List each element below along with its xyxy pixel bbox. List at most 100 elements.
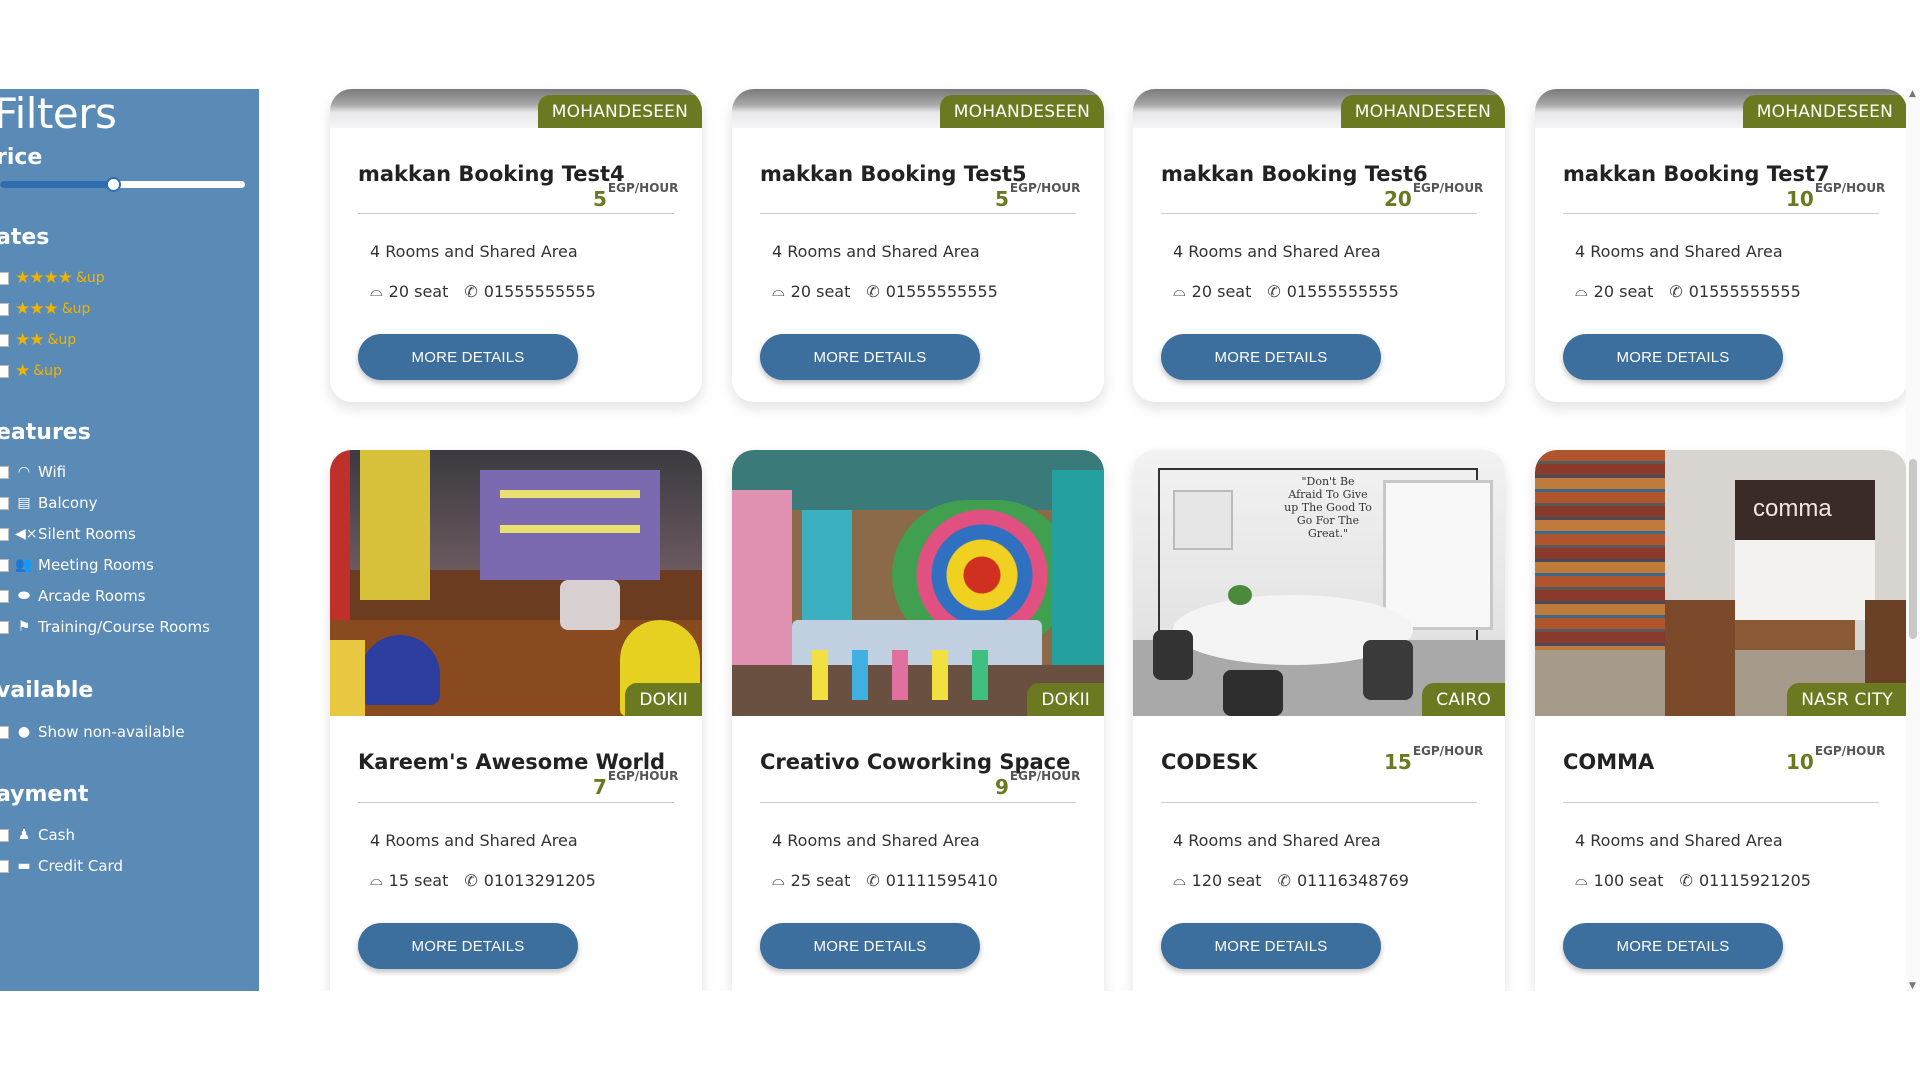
phone-number: 01555555555 [1286, 281, 1399, 301]
payment-credit-card[interactable]: ▬ Credit Card [0, 855, 123, 877]
rate-checkbox[interactable] [0, 364, 9, 378]
phone-icon: ✆ [464, 281, 478, 301]
rooms-info: 4 Rooms and Shared Area [370, 831, 578, 850]
feature-checkbox[interactable] [0, 558, 9, 572]
scroll-down-icon[interactable]: ▼ [1909, 981, 1916, 991]
phone-icon: ✆ [1669, 281, 1683, 301]
payment-checkbox[interactable] [0, 859, 9, 873]
contact-info: ⌓ 20 seat ✆ 01555555555 [1575, 281, 1801, 301]
space-card: comma NASR CITY COMMA 10EGP/HOUR 4 Rooms… [1535, 450, 1907, 991]
feature-checkbox[interactable] [0, 465, 9, 479]
gamepad-icon: ⬬ [18, 588, 30, 604]
rooms-info: 4 Rooms and Shared Area [1173, 242, 1381, 261]
location-tag: CAIRO [1422, 683, 1505, 716]
space-photo[interactable]: DOKII [732, 450, 1104, 716]
rooms-info: 4 Rooms and Shared Area [1575, 242, 1783, 261]
more-details-button[interactable]: MORE DETAILS [760, 923, 980, 969]
seat-icon: ⌓ [1575, 870, 1588, 889]
scroll-up-icon[interactable]: ▲ [1909, 89, 1916, 99]
space-photo[interactable]: comma NASR CITY [1535, 450, 1907, 716]
phone-number: 01555555555 [885, 281, 998, 301]
space-name: makkan Booking Test7 [1563, 162, 1830, 186]
rate-option-4[interactable]: ★★★★ &up [0, 267, 105, 289]
space-photo[interactable]: "Don't Be Afraid To Give up The Good To … [1133, 450, 1505, 716]
phone-number: 01116348769 [1296, 870, 1409, 890]
feature-training-rooms[interactable]: ⚑ Training/Course Rooms [0, 616, 210, 638]
phone-number: 01013291205 [483, 870, 596, 890]
rate-option-3[interactable]: ★★★ &up [0, 298, 90, 320]
price-slider-fill [0, 181, 113, 188]
feature-label: Balcony [38, 494, 98, 512]
price-slider[interactable] [0, 177, 245, 192]
rate-checkbox[interactable] [0, 271, 9, 285]
more-details-button[interactable]: MORE DETAILS [1161, 923, 1381, 969]
seat-icon: ⌓ [772, 281, 785, 300]
rate-option-1[interactable]: ★ &up [0, 360, 62, 382]
feature-meeting-rooms[interactable]: 👥 Meeting Rooms [0, 554, 154, 576]
rate-label: &up [33, 363, 62, 379]
mute-icon: ◀× [15, 526, 38, 542]
payment-heading: ayment [0, 782, 89, 807]
features-heading: eatures [0, 420, 91, 445]
more-details-button[interactable]: MORE DETAILS [358, 923, 578, 969]
rooms-info: 4 Rooms and Shared Area [1575, 831, 1783, 850]
more-details-button[interactable]: MORE DETAILS [1161, 334, 1381, 380]
contact-info: ⌓ 20 seat ✆ 01555555555 [370, 281, 596, 301]
seat-count: 120 seat [1191, 870, 1262, 890]
payment-label: Credit Card [38, 857, 123, 875]
location-tag: MOHANDESEEN [1340, 95, 1505, 128]
feature-checkbox[interactable] [0, 589, 9, 603]
show-non-available[interactable]: ● Show non-available [0, 721, 185, 743]
space-photo[interactable]: MOHANDESEEN [330, 89, 702, 128]
available-label: Show non-available [38, 723, 185, 741]
feature-label: Meeting Rooms [38, 556, 154, 574]
filters-sidebar: Filters rice ates ★★★★ &up ★★★ &up ★★ &up ★… [0, 89, 259, 991]
rate-checkbox[interactable] [0, 302, 9, 316]
space-photo[interactable]: MOHANDESEEN [732, 89, 1104, 128]
more-details-button[interactable]: MORE DETAILS [1563, 334, 1783, 380]
phone-icon: ✆ [464, 870, 478, 890]
card-divider [1161, 802, 1477, 803]
feature-balcony[interactable]: ▤ Balcony [0, 492, 97, 514]
space-photo[interactable]: MOHANDESEEN [1535, 89, 1907, 128]
feature-arcade-rooms[interactable]: ⬬ Arcade Rooms [0, 585, 146, 607]
payment-cash[interactable]: ♟ Cash [0, 824, 75, 846]
more-details-button[interactable]: MORE DETAILS [760, 334, 980, 380]
balcony-icon: ▤ [17, 495, 31, 511]
space-photo[interactable]: DOKII [330, 450, 702, 716]
seat-icon: ⌓ [370, 281, 383, 300]
space-name: makkan Booking Test5 [760, 162, 1027, 186]
phone-number: 01111595410 [885, 870, 998, 890]
rate-checkbox[interactable] [0, 333, 9, 347]
feature-checkbox[interactable] [0, 620, 9, 634]
feature-wifi[interactable]: ◠ Wifi [0, 461, 66, 483]
contact-info: ⌓ 20 seat ✆ 01555555555 [772, 281, 998, 301]
page-bottom-margin [0, 991, 1920, 1080]
rate-label: &up [75, 270, 105, 286]
more-details-button[interactable]: MORE DETAILS [358, 334, 578, 380]
space-price: 5EGP/HOUR [593, 181, 679, 211]
available-checkbox[interactable] [0, 725, 9, 739]
scrollbar-thumb[interactable] [1909, 459, 1917, 639]
feature-silent-rooms[interactable]: ◀× Silent Rooms [0, 523, 136, 545]
rooms-info: 4 Rooms and Shared Area [772, 831, 980, 850]
feature-checkbox[interactable] [0, 496, 9, 510]
page-scrollbar[interactable]: ▲ ▼ [1906, 89, 1920, 991]
cash-icon: ♟ [17, 827, 31, 843]
star-icon: ★★★★ [15, 268, 73, 288]
payment-checkbox[interactable] [0, 828, 9, 842]
card-divider [760, 802, 1076, 803]
more-details-button[interactable]: MORE DETAILS [1563, 923, 1783, 969]
price-slider-thumb[interactable] [105, 177, 121, 192]
space-photo[interactable]: MOHANDESEEN [1133, 89, 1505, 128]
phone-icon: ✆ [1679, 870, 1693, 890]
rate-option-2[interactable]: ★★ &up [0, 329, 76, 351]
seat-icon: ⌓ [1173, 281, 1186, 300]
phone-icon: ✆ [866, 870, 880, 890]
space-name: makkan Booking Test4 [358, 162, 625, 186]
wall-quote: "Don't Be Afraid To Give up The Good To … [1284, 475, 1372, 540]
feature-checkbox[interactable] [0, 527, 9, 541]
contact-info: ⌓ 15 seat ✆ 01013291205 [370, 870, 596, 890]
location-tag: MOHANDESEEN [537, 95, 702, 128]
seat-icon: ⌓ [1575, 281, 1588, 300]
